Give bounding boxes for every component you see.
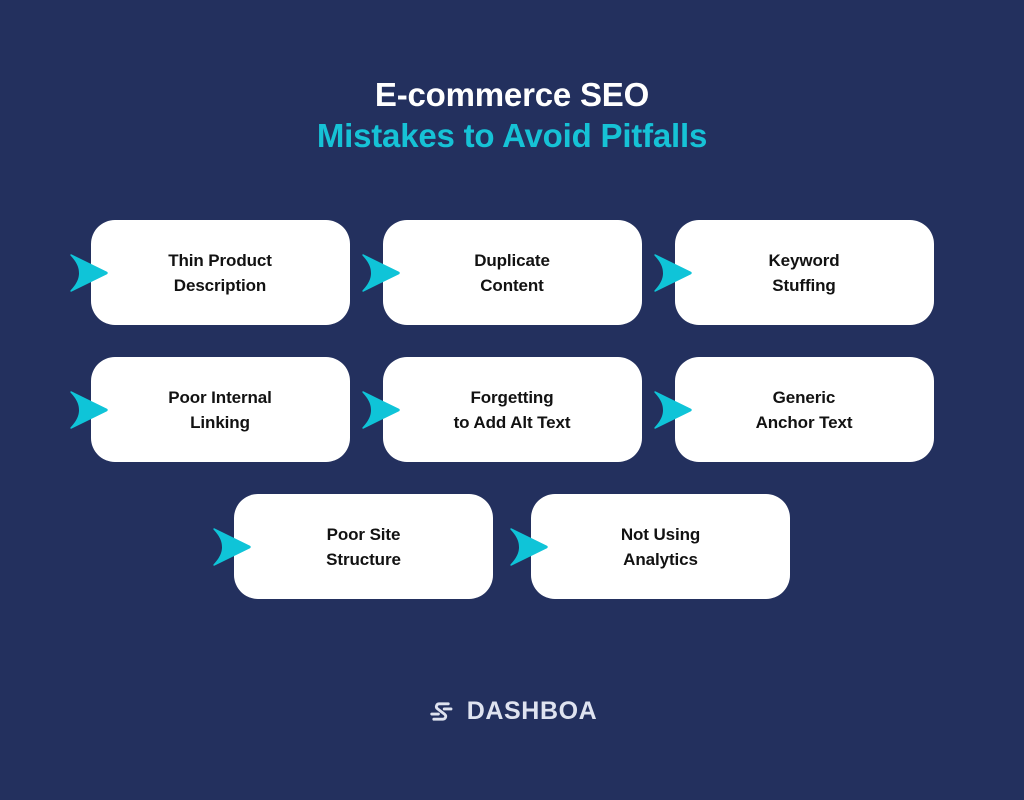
footer-brand: DASHBOA: [0, 697, 1024, 726]
mistake-card-unit: Not Using Analytics: [510, 494, 790, 599]
mistake-card-unit: Generic Anchor Text: [653, 357, 934, 462]
card-row-1: Thin Product Description Duplicate Conte…: [0, 220, 1024, 325]
mistake-card-unit: Forgetting to Add Alt Text: [361, 357, 642, 462]
infographic-poster: E-commerce SEO Mistakes to Avoid Pitfall…: [0, 0, 1024, 800]
mistake-card-label: Not Using Analytics: [620, 524, 701, 569]
mistake-card-label: Duplicate Content: [474, 250, 550, 295]
card-row-2: Poor Internal Linking Forgetting to Add …: [0, 357, 1024, 462]
mistake-card[interactable]: Not Using Analytics: [531, 494, 790, 599]
mistake-card-label: Forgetting to Add Alt Text: [453, 387, 571, 432]
card-row-3: Poor Site Structure Not Using Analytics: [0, 494, 1024, 599]
mistake-card-label: Poor Internal Linking: [168, 387, 272, 432]
mistake-card[interactable]: Keyword Stuffing: [674, 220, 934, 325]
brand-name: DASHBOA: [466, 697, 598, 725]
mistake-card[interactable]: Poor Site Structure: [234, 494, 493, 599]
mistake-card-unit: Duplicate Content: [361, 220, 642, 325]
title-line-primary: E-commerce SEO: [374, 76, 650, 113]
mistake-card-label: Poor Site Structure: [326, 524, 401, 569]
dashboa-logo-icon: [427, 697, 456, 726]
mistake-card[interactable]: Forgetting to Add Alt Text: [382, 357, 642, 462]
mistake-card-unit: Thin Product Description: [69, 220, 350, 325]
page-title: E-commerce SEO Mistakes to Avoid Pitfall…: [0, 74, 1024, 156]
title-line-secondary: Mistakes to Avoid Pitfalls: [316, 117, 708, 154]
mistake-card[interactable]: Thin Product Description: [90, 220, 350, 325]
mistake-card[interactable]: Generic Anchor Text: [674, 357, 934, 462]
mistake-card-label: Thin Product Description: [168, 250, 272, 295]
mistake-card-label: Keyword Stuffing: [768, 250, 840, 295]
mistake-card[interactable]: Poor Internal Linking: [90, 357, 350, 462]
mistake-card[interactable]: Duplicate Content: [382, 220, 642, 325]
mistake-card-label: Generic Anchor Text: [755, 387, 853, 432]
mistake-card-grid: Thin Product Description Duplicate Conte…: [0, 220, 1024, 631]
mistake-card-unit: Poor Site Structure: [213, 494, 493, 599]
mistake-card-unit: Poor Internal Linking: [69, 357, 350, 462]
mistake-card-unit: Keyword Stuffing: [653, 220, 934, 325]
